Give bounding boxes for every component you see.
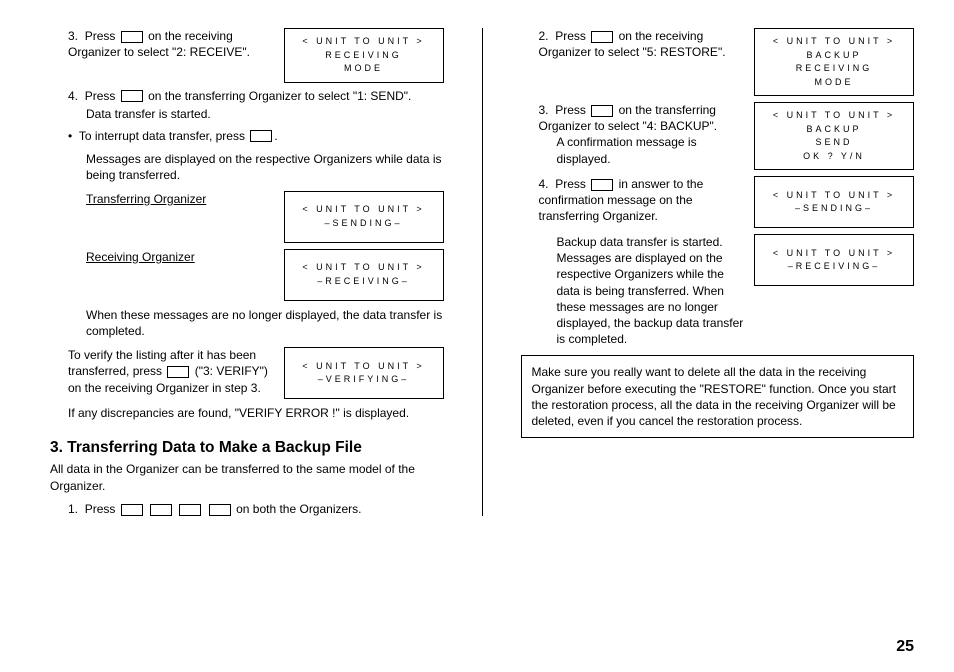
rstep2-a: Press bbox=[555, 29, 586, 43]
disp-line: < UNIT TO UNIT > bbox=[302, 360, 424, 374]
rstep-3: 3. Press on the transferring Organizer t… bbox=[521, 102, 745, 167]
rstep4-a: Press bbox=[555, 177, 586, 191]
display-sending-2: < UNIT TO UNIT > –SENDING– bbox=[754, 176, 914, 228]
disp-line: SEND bbox=[815, 136, 852, 150]
discrepancies: If any discrepancies are found, "VERIFY … bbox=[50, 405, 444, 421]
disp-line: –SENDING– bbox=[324, 217, 402, 231]
key-icon bbox=[121, 504, 143, 516]
disp-line: < UNIT TO UNIT > bbox=[773, 35, 895, 49]
verify-text: To verify the listing after it has been … bbox=[68, 347, 274, 396]
disp-line: MODE bbox=[815, 76, 854, 90]
transferring-organizer-label: Transferring Organizer bbox=[86, 191, 274, 207]
display-receiving-2: < UNIT TO UNIT > –RECEIVING– bbox=[754, 234, 914, 286]
disp-line: –RECEIVING– bbox=[788, 260, 881, 274]
display-receiving-mode: < UNIT TO UNIT > RECEIVING MODE bbox=[284, 28, 444, 83]
display-receiving: < UNIT TO UNIT > –RECEIVING– bbox=[284, 249, 444, 301]
interrupt-a: To interrupt data transfer, press bbox=[79, 129, 245, 143]
right-column: 2. Press on the receiving Organizer to s… bbox=[521, 28, 915, 516]
restore-warning-text: Make sure you really want to delete all … bbox=[532, 365, 896, 428]
section-intro: All data in the Organizer can be transfe… bbox=[50, 461, 444, 493]
rstep-4: 4. Press in answer to the confirmation m… bbox=[521, 176, 745, 225]
step4-text-b: on the transferring Organizer to select … bbox=[148, 89, 411, 103]
key-icon bbox=[121, 31, 143, 43]
disp-line: < UNIT TO UNIT > bbox=[773, 189, 895, 203]
step-4: 4. Press on the transferring Organizer t… bbox=[50, 89, 444, 103]
disp-line: –VERIFYING– bbox=[318, 373, 410, 387]
disp-line: < UNIT TO UNIT > bbox=[302, 261, 424, 275]
key-icon bbox=[591, 105, 613, 117]
backup-start: Backup data transfer is started. Message… bbox=[521, 234, 745, 347]
bstep1-a: Press bbox=[85, 502, 116, 516]
restore-warning-box: Make sure you really want to delete all … bbox=[521, 355, 915, 438]
step4-text-a: Press bbox=[85, 89, 116, 103]
key-icon bbox=[121, 90, 143, 102]
when-msg: When these messages are no longer displa… bbox=[50, 307, 444, 339]
key-icon bbox=[150, 504, 172, 516]
disp-line: < UNIT TO UNIT > bbox=[302, 35, 424, 49]
step3-text-a: Press bbox=[85, 29, 116, 43]
display-sending: < UNIT TO UNIT > –SENDING– bbox=[284, 191, 444, 243]
receiving-organizer-label: Receiving Organizer bbox=[86, 249, 274, 265]
step-3: 3. Press on the receiving Organizer to s… bbox=[50, 28, 274, 60]
disp-line: RECEIVING bbox=[796, 62, 873, 76]
disp-line: < UNIT TO UNIT > bbox=[773, 109, 895, 123]
interrupt-b: . bbox=[274, 129, 277, 143]
rstep3-a: Press bbox=[555, 103, 586, 117]
key-icon bbox=[209, 504, 231, 516]
left-column: 3. Press on the receiving Organizer to s… bbox=[50, 28, 444, 516]
disp-line: BACKUP bbox=[806, 49, 861, 63]
display-verifying: < UNIT TO UNIT > –VERIFYING– bbox=[284, 347, 444, 399]
disp-line: < UNIT TO UNIT > bbox=[773, 247, 895, 261]
interrupt-line: • To interrupt data transfer, press . bbox=[50, 129, 444, 143]
backup-step-1: 1. Press on both the Organizers. bbox=[50, 502, 444, 516]
key-icon bbox=[591, 179, 613, 191]
disp-line: < UNIT TO UNIT > bbox=[302, 203, 424, 217]
key-icon bbox=[591, 31, 613, 43]
rstep3-c: A confirmation message is displayed. bbox=[539, 134, 745, 166]
key-icon bbox=[167, 366, 189, 378]
messages-text: Messages are displayed on the respective… bbox=[50, 151, 444, 183]
disp-line: BACKUP bbox=[806, 123, 861, 137]
disp-line: RECEIVING bbox=[325, 49, 402, 63]
key-icon bbox=[179, 504, 201, 516]
display-backup-send: < UNIT TO UNIT > BACKUP SEND OK ? Y/N bbox=[754, 102, 914, 170]
disp-line: –SENDING– bbox=[795, 202, 873, 216]
column-divider bbox=[482, 28, 483, 516]
key-icon bbox=[250, 130, 272, 142]
section-title: 3. Transferring Data to Make a Backup Fi… bbox=[50, 439, 444, 457]
page-number: 25 bbox=[896, 638, 914, 656]
bstep1-b: on both the Organizers. bbox=[236, 502, 361, 516]
disp-line: OK ? Y/N bbox=[803, 150, 865, 164]
data-start: Data transfer is started. bbox=[50, 107, 444, 121]
disp-line: MODE bbox=[344, 62, 383, 76]
disp-line: –RECEIVING– bbox=[317, 275, 410, 289]
rstep-2: 2. Press on the receiving Organizer to s… bbox=[521, 28, 745, 60]
display-backup-receiving: < UNIT TO UNIT > BACKUP RECEIVING MODE bbox=[754, 28, 914, 96]
